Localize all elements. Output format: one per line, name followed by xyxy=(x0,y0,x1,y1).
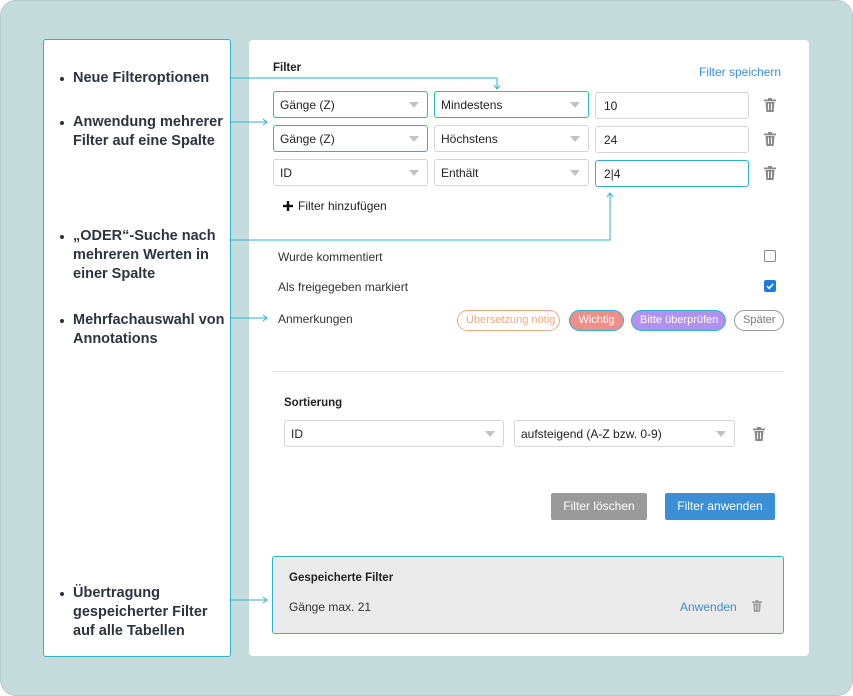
filter-column-select[interactable]: ID xyxy=(273,159,428,186)
annotation-chip-review[interactable]: Bitte überprüfen xyxy=(631,310,726,331)
chevron-down-icon xyxy=(570,136,580,142)
clear-filter-button[interactable]: Filter löschen xyxy=(551,493,647,520)
chevron-down-icon xyxy=(409,136,419,142)
saved-filter-name: Gänge max. 21 xyxy=(289,600,372,614)
annotation-chip-translation[interactable]: Übersetzung nötig xyxy=(457,310,560,331)
filter-column-value: Gänge (Z) xyxy=(280,98,335,112)
released-label: Als freigegeben markiert xyxy=(278,280,409,294)
save-filter-link[interactable]: Filter speichern xyxy=(699,65,781,79)
apply-filter-button[interactable]: Filter anwenden xyxy=(665,493,775,520)
sort-title: Sortierung xyxy=(284,397,343,409)
filter-operator-value: Enthält xyxy=(441,166,479,180)
sort-column-value: ID xyxy=(291,427,303,441)
saved-filters-title: Gespeicherte Filter xyxy=(289,572,394,584)
note-saved-filter-transfer: Übertragung gespeicherter Filter auf all… xyxy=(58,584,228,641)
checkmark-icon xyxy=(766,283,774,290)
saved-filter-apply-link[interactable]: Anwenden xyxy=(680,600,737,614)
trash-icon[interactable] xyxy=(752,600,762,612)
chevron-down-icon xyxy=(485,431,495,437)
filter-value-input[interactable]: 24 xyxy=(595,126,749,153)
note-multi-select-annotations: Mehrfachauswahl von Annotations xyxy=(58,311,228,349)
add-filter-button[interactable]: Filter hinzufügen xyxy=(283,199,387,213)
sort-order-value: aufsteigend (A-Z bzw. 0-9) xyxy=(521,427,662,441)
add-filter-label: Filter hinzufügen xyxy=(298,199,387,213)
note-multiple-filters: Anwendung mehrerer Filter auf eine Spalt… xyxy=(58,113,228,151)
trash-icon[interactable] xyxy=(764,166,776,180)
annotation-chip-important[interactable]: Wichtig xyxy=(569,310,624,331)
sort-column-select[interactable]: ID xyxy=(284,420,504,447)
annotation-chip-later[interactable]: Später xyxy=(734,310,784,331)
chevron-down-icon xyxy=(409,102,419,108)
saved-filters-box xyxy=(272,556,784,634)
sort-order-select[interactable]: aufsteigend (A-Z bzw. 0-9) xyxy=(514,420,735,447)
chevron-down-icon xyxy=(570,102,580,108)
trash-icon[interactable] xyxy=(764,132,776,146)
filter-column-select[interactable]: Gänge (Z) xyxy=(273,125,428,152)
filter-value-input[interactable]: 10 xyxy=(595,92,749,119)
filter-column-select[interactable]: Gänge (Z) xyxy=(273,91,428,118)
commented-checkbox[interactable] xyxy=(764,250,776,262)
commented-label: Wurde kommentiert xyxy=(278,250,383,264)
filter-operator-value: Mindestens xyxy=(441,98,503,112)
filter-title: Filter xyxy=(273,62,302,74)
annotations-label: Anmerkungen xyxy=(278,312,353,326)
chevron-down-icon xyxy=(409,170,419,176)
chevron-down-icon xyxy=(716,431,726,437)
trash-icon[interactable] xyxy=(764,98,776,112)
note-or-search: „ODER“-Suche nach mehreren Werten in ein… xyxy=(58,227,228,284)
filter-operator-value: Höchstens xyxy=(441,132,498,146)
note-new-filter-options: Neue Filteroptionen xyxy=(58,69,228,88)
released-checkbox[interactable] xyxy=(764,280,776,292)
filter-column-value: Gänge (Z) xyxy=(280,132,335,146)
trash-icon[interactable] xyxy=(753,427,765,441)
chevron-down-icon xyxy=(570,170,580,176)
filter-operator-select[interactable]: Höchstens xyxy=(434,125,589,152)
section-divider xyxy=(272,371,784,372)
filter-operator-select[interactable]: Mindestens xyxy=(434,91,589,118)
annotation-panel: Neue Filteroptionen Anwendung mehrerer F… xyxy=(43,39,231,657)
plus-icon xyxy=(283,201,293,211)
filter-operator-select[interactable]: Enthält xyxy=(434,159,589,186)
filter-column-value: ID xyxy=(280,166,292,180)
filter-value-input[interactable]: 2|4 xyxy=(595,160,749,187)
